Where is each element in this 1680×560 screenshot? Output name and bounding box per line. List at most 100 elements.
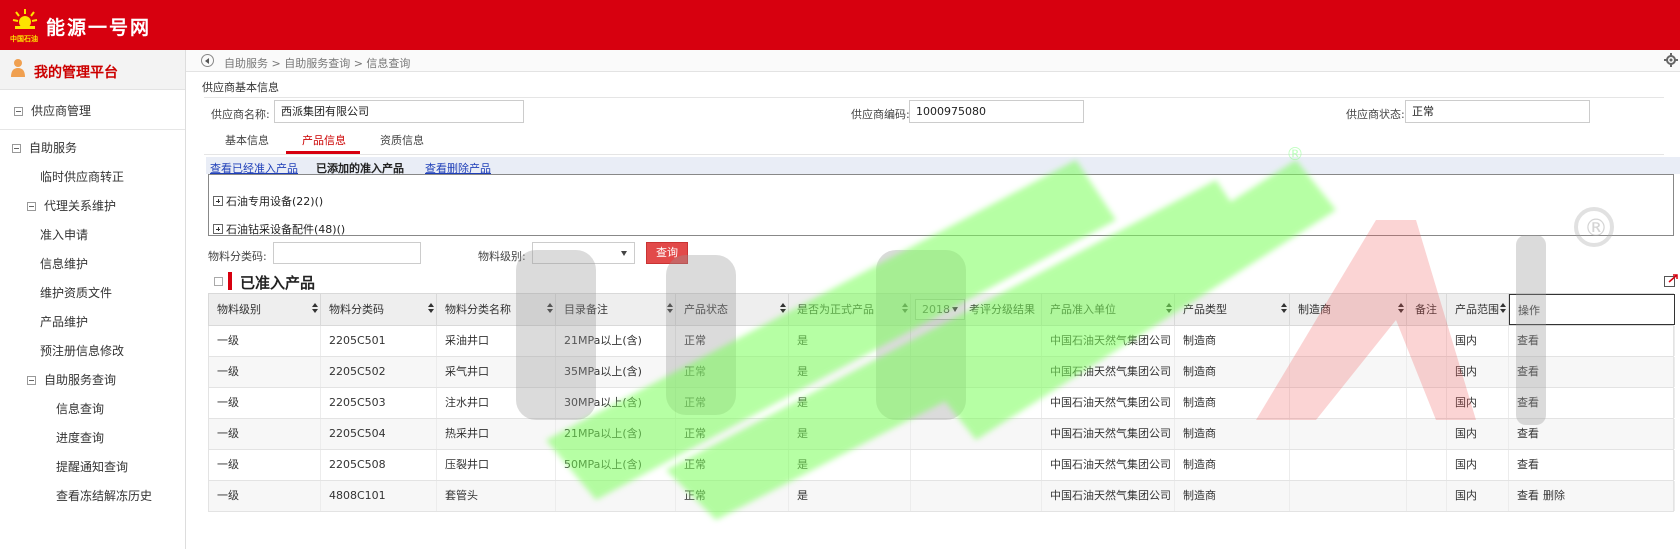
header-label: 操作 (1518, 304, 1540, 317)
cell-material-level: 一级 (209, 419, 321, 449)
sidebar-item-label: 临时供应商转正 (40, 170, 125, 184)
cell-evaluation (911, 481, 1042, 511)
sidebar-item-label: 信息维护 (40, 257, 89, 271)
sidebar-item-product-maintain[interactable]: 产品维护 (0, 307, 185, 337)
cell-evaluation (911, 326, 1042, 356)
cell-material-code: 2205C508 (321, 450, 437, 480)
tree-node[interactable]: 石油钻采设备配件(48)() (213, 221, 345, 237)
column-header-evaluation: 2018 考评分级结果 (911, 294, 1042, 325)
view-link[interactable]: 查看 (1517, 396, 1539, 409)
header-label: 产品准入单位 (1050, 303, 1116, 316)
supplier-code-field[interactable]: 1000975080 (909, 100, 1084, 123)
view-link[interactable]: 查看 (1517, 489, 1539, 502)
column-header-product-status[interactable]: 产品状态 (676, 294, 789, 325)
sidebar-item-info-maintain[interactable]: 信息维护 (0, 249, 185, 279)
site-title: 能源一号网 (46, 17, 152, 39)
cell-admission-unit: 中国石油天然气集团公司 (1042, 388, 1175, 418)
cell-remark (1407, 419, 1447, 449)
view-link[interactable]: 查看 (1517, 365, 1539, 378)
cell-material-name: 压裂井口 (437, 450, 556, 480)
sidebar-item-self-service[interactable]: 自助服务 (0, 133, 185, 163)
material-code-input[interactable] (273, 242, 421, 264)
view-link[interactable]: 查看 (1517, 458, 1539, 471)
cell-manufacturer (1290, 419, 1407, 449)
cell-product-scope: 国内 (1447, 357, 1509, 387)
sidebar-item-preregister-edit[interactable]: 预注册信息修改 (0, 336, 185, 366)
cell-operation: 查看 (1509, 419, 1675, 449)
collapse-toggle-icon[interactable] (14, 107, 23, 116)
cell-material-code: 2205C504 (321, 419, 437, 449)
sidebar-item-progress-query[interactable]: 进度查询 (0, 423, 185, 453)
cell-catalog-note: 30MPa以上(含) (556, 388, 676, 418)
user-icon (11, 59, 25, 77)
sidebar-item-label: 提醒通知查询 (56, 460, 129, 474)
year-select[interactable]: 2018 (915, 299, 965, 320)
cell-product-type: 制造商 (1175, 357, 1290, 387)
tab-qualification-info[interactable]: 资质信息 (380, 132, 424, 152)
sidebar-item-agent-relation[interactable]: 代理关系维护 (0, 191, 185, 221)
sidebar-item-supplier-management[interactable]: 供应商管理 (0, 96, 185, 126)
material-level-select[interactable] (532, 242, 635, 264)
sidebar-item-access-apply[interactable]: 准入申请 (0, 220, 185, 250)
cell-evaluation (911, 450, 1042, 480)
gear-icon[interactable] (1664, 53, 1678, 67)
sidebar-item-freeze-history[interactable]: 查看冻结解冻历史 (0, 481, 185, 511)
column-header-material-code[interactable]: 物料分类码 (321, 294, 437, 325)
column-header-product-scope[interactable]: 产品范围 (1447, 294, 1509, 325)
collapse-toggle-icon[interactable] (12, 144, 21, 153)
sidebar-item-qualification-files[interactable]: 维护资质文件 (0, 278, 185, 308)
query-button[interactable]: 查询 (646, 242, 688, 264)
cell-operation: 查看 删除 (1509, 481, 1675, 511)
column-header-catalog-note[interactable]: 目录备注 (556, 294, 676, 325)
cell-material-code: 4808C101 (321, 481, 437, 511)
sidebar-item-label: 自助服务查询 (44, 373, 117, 387)
logo-caption: 中国石油 (10, 35, 38, 43)
select-all-checkbox[interactable] (214, 277, 223, 286)
sidebar-item-label: 自助服务 (29, 141, 78, 155)
cell-evaluation (911, 388, 1042, 418)
main-content: 自助服务 > 自助服务查询 > 信息查询 供应商基本信息 供应商名称: 西派集团… (186, 50, 1680, 549)
cell-material-name: 采气井口 (437, 357, 556, 387)
header-label: 制造商 (1298, 303, 1331, 316)
cell-material-name: 套管头 (437, 481, 556, 511)
cell-catalog-note: 21MPa以上(含) (556, 326, 676, 356)
column-header-material-name[interactable]: 物料分类名称 (437, 294, 556, 325)
column-header-formal-product[interactable]: 是否为正式产品 (789, 294, 911, 325)
cell-evaluation (911, 357, 1042, 387)
cell-operation: 查看 (1509, 450, 1675, 480)
sidebar-item-info-query[interactable]: 信息查询 (0, 394, 185, 424)
cell-formal-product: 是 (789, 357, 911, 387)
collapse-toggle-icon[interactable] (27, 202, 36, 211)
column-header-manufacturer[interactable]: 制造商 (1290, 294, 1407, 325)
cell-evaluation (911, 419, 1042, 449)
cell-remark (1407, 450, 1447, 480)
expand-plus-icon[interactable] (213, 196, 223, 206)
cell-material-level: 一级 (209, 326, 321, 356)
cell-material-level: 一级 (209, 450, 321, 480)
supplier-code-label: 供应商编码: (851, 108, 910, 121)
sidebar-item-temp-supplier-convert[interactable]: 临时供应商转正 (0, 162, 185, 192)
export-icon[interactable] (1664, 274, 1678, 287)
tree-node-label: 石油专用设备(22)() (226, 195, 324, 208)
column-header-product-type[interactable]: 产品类型 (1175, 294, 1290, 325)
cell-product-scope: 国内 (1447, 388, 1509, 418)
column-header-admission-unit[interactable]: 产品准入单位 (1042, 294, 1175, 325)
tab-product-info[interactable]: 产品信息 (302, 132, 346, 152)
cell-product-type: 制造商 (1175, 419, 1290, 449)
back-arrow-icon[interactable] (201, 54, 214, 67)
delete-link[interactable]: 删除 (1543, 489, 1565, 502)
view-link[interactable]: 查看 (1517, 427, 1539, 440)
tab-basic-info[interactable]: 基本信息 (225, 132, 269, 152)
supplier-status-field[interactable]: 正常 (1405, 100, 1590, 123)
sidebar-item-notice-query[interactable]: 提醒通知查询 (0, 452, 185, 482)
supplier-name-field[interactable]: 西派集团有限公司 (274, 100, 524, 123)
tree-node[interactable]: 石油专用设备(22)() (213, 193, 323, 209)
expand-plus-icon[interactable] (213, 224, 223, 234)
company-logo[interactable]: 中国石油 (8, 6, 42, 44)
sidebar-item-label: 代理关系维护 (44, 199, 117, 213)
collapse-toggle-icon[interactable] (27, 376, 36, 385)
view-link[interactable]: 查看 (1517, 334, 1539, 347)
cell-material-level: 一级 (209, 481, 321, 511)
sidebar-item-self-service-query[interactable]: 自助服务查询 (0, 365, 185, 395)
column-header-material-level[interactable]: 物料级别 (209, 294, 321, 325)
